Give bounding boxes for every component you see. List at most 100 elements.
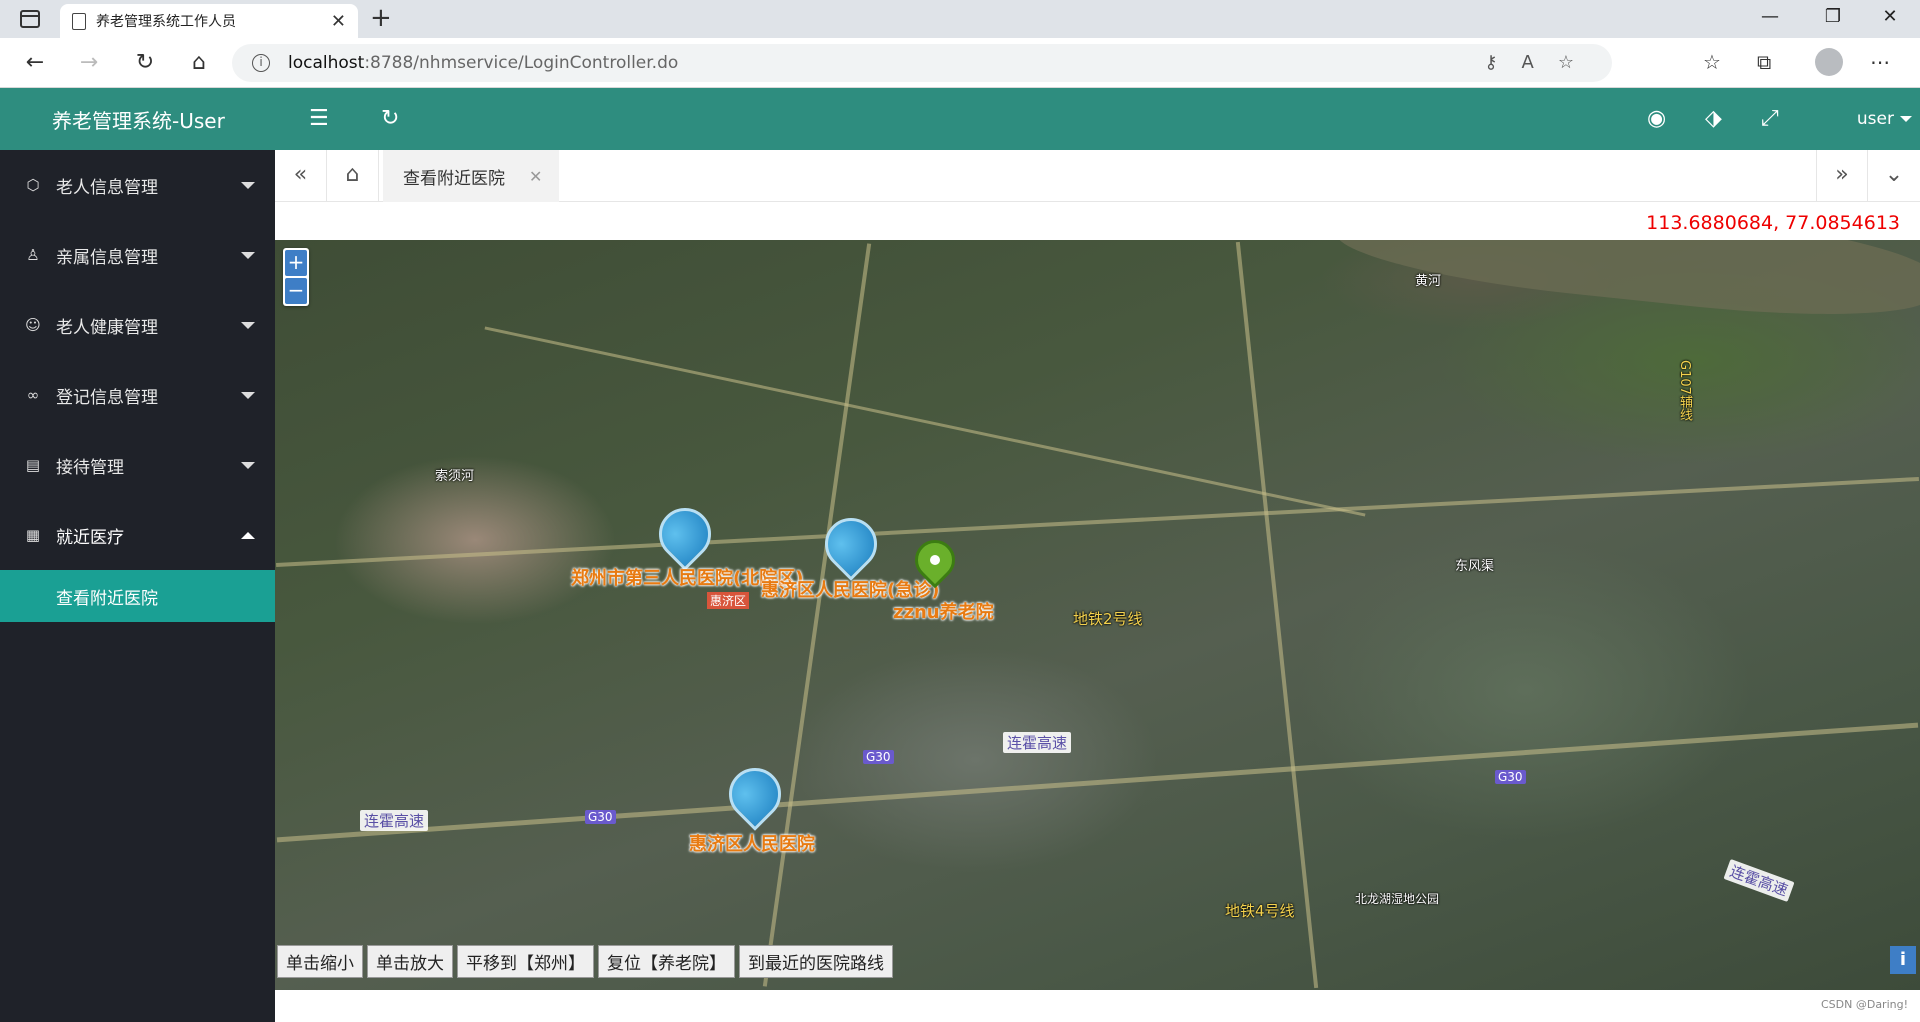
close-window-icon[interactable]: ✕ bbox=[1865, 6, 1915, 27]
map-label-highway: 连霍高速 bbox=[360, 810, 429, 831]
browser-tab[interactable]: 养老管理系统工作人员 ✕ bbox=[60, 4, 358, 38]
map-label-longhu-park: 北龙湖湿地公园 bbox=[1355, 892, 1440, 906]
maximize-icon[interactable]: ❐ bbox=[1808, 6, 1858, 27]
sidebar-item-label: 老人健康管理 bbox=[56, 317, 158, 338]
sidebar: 养老管理系统-User ⬡ 老人信息管理 ♙ 亲属信息管理 ☺ 老人健康管理 ∞… bbox=[0, 88, 275, 1022]
favorites-icon[interactable]: ☆ bbox=[1703, 50, 1721, 74]
zoom-out-button[interactable]: − bbox=[285, 278, 307, 304]
hospital-marker-label[interactable]: 惠济区人民医院 bbox=[689, 830, 815, 856]
map-label-metro-4: 地铁4号线 bbox=[1225, 902, 1295, 920]
tabs-dropdown-icon[interactable]: ⌄ bbox=[1868, 150, 1920, 202]
grid-icon: ▦ bbox=[25, 526, 41, 544]
info-icon[interactable]: i bbox=[252, 54, 270, 72]
more-icon[interactable]: ⋯ bbox=[1870, 50, 1890, 74]
sidebar-item-label: 登记信息管理 bbox=[56, 387, 158, 408]
road-line bbox=[1235, 241, 1319, 989]
map-label-g30: G30 bbox=[585, 810, 616, 824]
map-label-highway: 连霍高速 bbox=[1723, 859, 1795, 902]
chevron-down-icon bbox=[241, 182, 255, 189]
doc-icon: ▤ bbox=[25, 456, 41, 474]
fullscreen-icon[interactable]: ⤢ bbox=[1761, 106, 1779, 131]
sidebar-item-nearby-medical[interactable]: ▦ 就近医疗 bbox=[0, 500, 275, 570]
map-label-g30: G30 bbox=[863, 750, 894, 764]
info-icon[interactable]: i bbox=[1890, 946, 1916, 974]
new-tab-icon[interactable]: + bbox=[370, 3, 392, 33]
document-icon bbox=[72, 12, 86, 30]
tabs-scroll-left-icon[interactable]: « bbox=[275, 150, 327, 202]
map-button-bar: 单击缩小 单击放大 平移到【郑州】 复位【养老院】 到最近的医院路线 bbox=[277, 945, 893, 978]
url-path: :8788/nhmservice/LoginController.do bbox=[364, 53, 679, 73]
menu-toggle-icon[interactable]: ☰ bbox=[309, 106, 329, 131]
coordinate-readout: 113.6880684, 77.0854613 bbox=[1646, 212, 1900, 234]
tag-icon[interactable]: ⬗ bbox=[1705, 106, 1722, 131]
route-to-nearest-hospital-button[interactable]: 到最近的医院路线 bbox=[739, 945, 893, 978]
user-menu[interactable]: user bbox=[1857, 109, 1912, 129]
close-tab-icon[interactable]: ✕ bbox=[529, 167, 542, 186]
map-label-suoxu-river: 索须河 bbox=[435, 469, 475, 484]
refresh-page-icon[interactable]: ↻ bbox=[381, 106, 399, 131]
road-line bbox=[484, 326, 1366, 517]
hospital-marker[interactable] bbox=[718, 757, 792, 831]
collections-icon[interactable]: ⧉ bbox=[1757, 50, 1771, 74]
reset-nursing-home-button[interactable]: 复位【养老院】 bbox=[598, 945, 735, 978]
tab-nearby-hospitals[interactable]: 查看附近医院 ✕ bbox=[383, 150, 559, 202]
zoom-in-map-button[interactable]: 单击放大 bbox=[367, 945, 453, 978]
map-label-g107: G107辅线 bbox=[1677, 360, 1692, 421]
forward-icon[interactable]: → bbox=[74, 50, 104, 75]
sidebar-item-relatives[interactable]: ♙ 亲属信息管理 bbox=[0, 220, 275, 290]
map-label-dongfeng-canal: 东风渠 bbox=[1455, 559, 1495, 574]
smile-icon: ☺ bbox=[25, 316, 41, 334]
brand-title: 养老管理系统-User bbox=[0, 88, 275, 150]
url-host: localhost bbox=[288, 53, 365, 73]
sidebar-item-label: 老人信息管理 bbox=[56, 177, 158, 198]
browser-tabbar: 养老管理系统工作人员 ✕ + — ❐ ✕ bbox=[0, 0, 1920, 38]
profile-avatar[interactable] bbox=[1815, 48, 1843, 76]
sidebar-toggle-icon[interactable] bbox=[20, 10, 40, 28]
chevron-down-icon bbox=[241, 462, 255, 469]
chevron-down-icon bbox=[241, 392, 255, 399]
sidebar-item-reception[interactable]: ▤ 接待管理 bbox=[0, 430, 275, 500]
chevron-down-icon bbox=[241, 322, 255, 329]
map-label-yellow-river: 黄河 bbox=[1415, 274, 1442, 289]
road-line bbox=[762, 243, 872, 987]
satellite-map[interactable]: 黄河 索须河 东风渠 连霍高速 连霍高速 连霍高速 地铁2号线 地铁4号线 惠济… bbox=[275, 240, 1920, 990]
browser-tab-title: 养老管理系统工作人员 bbox=[96, 14, 236, 30]
minimize-icon[interactable]: — bbox=[1745, 6, 1795, 27]
zoom-in-button[interactable]: + bbox=[285, 250, 307, 276]
watermark: CSDN @Daring! bbox=[1820, 998, 1908, 1011]
home-icon[interactable]: ⌂ bbox=[184, 50, 214, 75]
sidebar-subitem-nearby-hospitals[interactable]: 查看附近医院 bbox=[0, 570, 275, 622]
back-icon[interactable]: ← bbox=[20, 50, 50, 75]
close-tab-icon[interactable]: ✕ bbox=[331, 11, 346, 32]
gamepad-icon[interactable]: ◉ bbox=[1647, 106, 1666, 131]
road-line bbox=[276, 476, 1919, 568]
hospital-marker[interactable] bbox=[648, 497, 722, 571]
road-line bbox=[276, 722, 1919, 843]
sidebar-item-label: 接待管理 bbox=[56, 457, 124, 478]
nursing-home-marker-label[interactable]: zznu养老院 bbox=[893, 598, 994, 624]
map-label-highway: 连霍高速 bbox=[1003, 732, 1072, 753]
address-bar: ← → ↻ ⌂ i localhost :8788/nhmservice/Log… bbox=[0, 38, 1920, 88]
app-header: ☰ ↻ ◉ ⬗ ⤢ user bbox=[275, 88, 1920, 150]
map-label-g30: G30 bbox=[1495, 770, 1526, 784]
home-tab-icon[interactable]: ⌂ bbox=[327, 150, 379, 202]
tabs-scroll-right-icon[interactable]: » bbox=[1816, 150, 1868, 202]
chevron-down-icon bbox=[241, 252, 255, 259]
url-field[interactable]: i localhost :8788/nhmservice/LoginContro… bbox=[232, 44, 1612, 82]
sidebar-item-health[interactable]: ☺ 老人健康管理 bbox=[0, 290, 275, 360]
zoom-out-map-button[interactable]: 单击缩小 bbox=[277, 945, 363, 978]
sidebar-item-label: 就近医疗 bbox=[56, 527, 124, 548]
sidebar-item-label: 亲属信息管理 bbox=[56, 247, 158, 268]
tab-label: 查看附近医院 bbox=[403, 168, 505, 189]
sidebar-item-elder-info[interactable]: ⬡ 老人信息管理 bbox=[0, 150, 275, 220]
user-icon: ♙ bbox=[26, 246, 40, 264]
url-action-icons[interactable]: ⚷A☆ bbox=[1484, 52, 1598, 73]
chevron-up-icon bbox=[241, 532, 255, 539]
page-tabs: « ⌂ 查看附近医院 ✕ » ⌄ bbox=[275, 150, 1920, 202]
sidebar-item-registration[interactable]: ∞ 登记信息管理 bbox=[0, 360, 275, 430]
zoom-controls: + − bbox=[283, 248, 309, 306]
map-label-district: 惠济区 bbox=[707, 592, 750, 609]
pan-to-zhengzhou-button[interactable]: 平移到【郑州】 bbox=[457, 945, 594, 978]
map-label-metro-2: 地铁2号线 bbox=[1073, 610, 1143, 628]
refresh-icon[interactable]: ↻ bbox=[130, 50, 160, 75]
